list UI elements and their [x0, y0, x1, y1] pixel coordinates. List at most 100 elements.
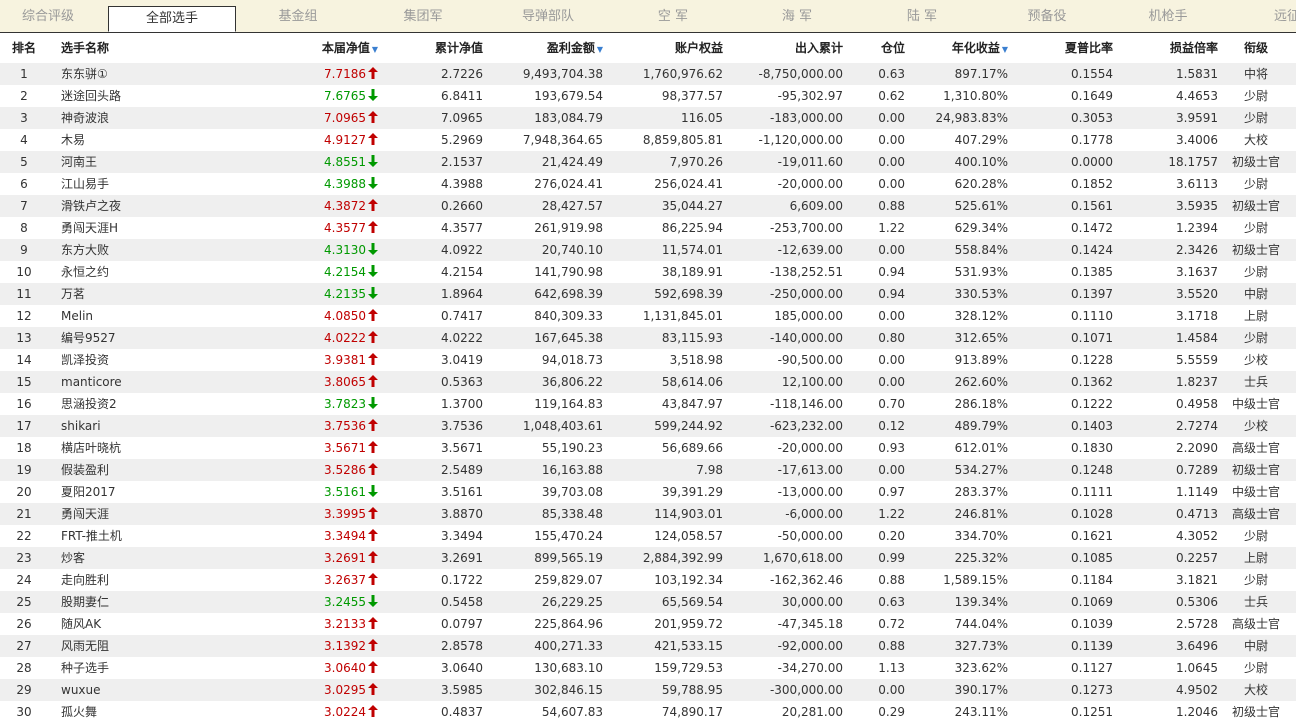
table-row[interactable]: 28 种子选手 3.0640 3.0640 130,683.10 159,729.53 -3… [0, 657, 1296, 679]
table-row[interactable]: 5 河南王 4.8551 2.1537 21,424.49 7,970.26 -19,011… [0, 151, 1296, 173]
table-row[interactable]: 9 东方大败 4.3130 4.0922 20,740.10 11,574.01 -12,6… [0, 239, 1296, 261]
header-label: 账户权益 [674, 41, 723, 55]
col-rank-cell: 24 [16, 573, 32, 587]
tab-1[interactable]: 全部选手 [108, 6, 236, 32]
col-pl-ratio-cell: 2.5728 [1176, 617, 1218, 631]
table-row[interactable]: 17 shikari 3.7536 3.7536 1,048,403.61 599,244… [0, 415, 1296, 437]
col-name-cell[interactable]: 东东骈① [61, 63, 211, 85]
col-name-cell[interactable]: FRT-推土机 [61, 525, 211, 547]
col-flow-cell: 185,000.00 [774, 309, 843, 323]
tab-8[interactable]: 预备役 [1006, 0, 1088, 32]
table-row[interactable]: 16 思涵投资2 3.7823 1.3700 119,164.83 43,847.97 -1… [0, 393, 1296, 415]
col-name-cell[interactable]: Melin [61, 305, 211, 327]
col-cum-nav-cell: 3.2691 [441, 551, 483, 565]
table-row[interactable]: 14 凯泽投资 3.9381 3.0419 94,018.73 3,518.98 -90,5… [0, 349, 1296, 371]
table-header: 排名 选手名称 本届净值 ▼ 累计净值 盈利金额 ▼ 账户权益 出入累计 仓位 年化收益 ▼ 夏普比率损… [0, 33, 1296, 63]
col-sharpe-cell: 0.1385 [1071, 265, 1113, 279]
arrow-up-icon [368, 416, 378, 431]
col-cum-nav-cell: 3.0419 [441, 353, 483, 367]
col-grade-cell: 上尉 [1243, 551, 1268, 565]
table-row[interactable]: 7 滑铁卢之夜 4.3872 0.2660 28,427.57 35,044.27 6,60… [0, 195, 1296, 217]
table-row[interactable]: 12 Melin 4.0850 0.7417 840,309.33 1,131,845.0… [0, 305, 1296, 327]
tab-6[interactable]: 海 军 [760, 0, 834, 32]
col-name-cell[interactable]: manticore [61, 371, 211, 393]
nav-value: 4.3130 [324, 243, 366, 257]
col-name-cell[interactable]: 滑铁卢之夜 [61, 195, 211, 217]
col-profit-cell: 302,846.15 [534, 683, 603, 697]
nav-value: 3.5161 [324, 485, 366, 499]
col-name-cell[interactable]: 万茗 [61, 283, 211, 305]
table-row[interactable]: 22 FRT-推土机 3.3494 3.3494 155,470.24 124,058.5… [0, 525, 1296, 547]
table-row[interactable]: 8 勇闯天涯H 4.3577 4.3577 261,919.98 86,225.94 -25… [0, 217, 1296, 239]
col-name-cell[interactable]: 永恒之约 [61, 261, 211, 283]
header-col-annual[interactable]: 年化收益 ▼ [920, 33, 1008, 65]
table-row[interactable]: 27 风雨无阻 3.1392 2.8578 400,271.33 421,533.15 -9… [0, 635, 1296, 657]
table-row[interactable]: 29 wuxue 3.0295 3.5985 302,846.15 59,788.95 -3… [0, 679, 1296, 701]
col-name-cell[interactable]: 炒客 [61, 547, 211, 569]
tab-10[interactable]: 远征 [1262, 0, 1296, 32]
col-name-cell[interactable]: 假装盈利 [61, 459, 211, 481]
tab-0[interactable]: 综合评级 [22, 0, 74, 32]
sort-down-icon[interactable]: ▼ [597, 45, 603, 54]
table-row[interactable]: 1 东东骈① 7.7186 2.7226 9,493,704.38 1,760,976.6… [0, 63, 1296, 85]
col-name-cell[interactable]: 横店叶晓杭 [61, 437, 211, 459]
col-pl-ratio-cell: 3.1718 [1176, 309, 1218, 323]
col-name-cell[interactable]: 江山易手 [61, 173, 211, 195]
table-row[interactable]: 15 manticore 3.8065 0.5363 36,806.22 58,614.0… [0, 371, 1296, 393]
col-name-cell[interactable]: 随风AK [61, 613, 211, 635]
col-name-cell[interactable]: 凯泽投资 [61, 349, 211, 371]
table-row[interactable]: 25 股期妻仁 3.2455 0.5458 26,229.25 65,569.54 30,0… [0, 591, 1296, 613]
col-name-cell[interactable]: 东方大败 [61, 239, 211, 261]
header-col-profit[interactable]: 盈利金额 ▼ [500, 33, 603, 65]
col-name-cell[interactable]: shikari [61, 415, 211, 437]
header-col-nav[interactable]: 本届净值 ▼ [280, 33, 378, 65]
table-row[interactable]: 2 迷途回头路 7.6765 6.8411 193,679.54 98,377.57 -95… [0, 85, 1296, 107]
table-row[interactable]: 11 万茗 4.2135 1.8964 642,698.39 592,698.39 -250… [0, 283, 1296, 305]
col-cum-nav-cell: 2.1537 [441, 155, 483, 169]
col-pl-ratio-cell: 4.3052 [1176, 529, 1218, 543]
table-row[interactable]: 18 横店叶晓杭 3.5671 3.5671 55,190.23 56,689.66 -20… [0, 437, 1296, 459]
table-row[interactable]: 23 炒客 3.2691 3.2691 899,565.19 2,884,392.99 1,… [0, 547, 1296, 569]
col-name-cell[interactable]: 夏阳2017 [61, 481, 211, 503]
table-row[interactable]: 26 随风AK 3.2133 0.0797 225,864.96 201,959.72 -4… [0, 613, 1296, 635]
col-name-cell[interactable]: 迷途回头路 [61, 85, 211, 107]
col-name-cell[interactable]: 神奇波浪 [61, 107, 211, 129]
col-nav-cell: 7.0965 [280, 107, 378, 129]
table-row[interactable]: 30 孤火舞 3.0224 0.4837 54,607.83 74,890.17 20,28… [0, 701, 1296, 723]
col-name-cell[interactable]: 走向胜利 [61, 569, 211, 591]
col-name-cell[interactable]: 编号9527 [61, 327, 211, 349]
col-name-cell[interactable]: 种子选手 [61, 657, 211, 679]
col-grade-cell: 士兵 [1243, 595, 1268, 609]
table-row[interactable]: 6 江山易手 4.3988 4.3988 276,024.41 256,024.41 -20… [0, 173, 1296, 195]
col-name-cell[interactable]: 勇闯天涯H [61, 217, 211, 239]
sort-down-icon[interactable]: ▼ [372, 45, 378, 54]
col-name-cell[interactable]: 股期妻仁 [61, 591, 211, 613]
col-name-cell[interactable]: 勇闯天涯 [61, 503, 211, 525]
col-annual-cell: 312.65% [954, 331, 1008, 345]
table-row[interactable]: 20 夏阳2017 3.5161 3.5161 39,703.08 39,391.29 -1… [0, 481, 1296, 503]
col-name-cell[interactable]: 孤火舞 [61, 701, 211, 723]
table-row[interactable]: 24 走向胜利 3.2637 0.1722 259,829.07 103,192.34 -1… [0, 569, 1296, 591]
table-row[interactable]: 4 木易 4.9127 5.2969 7,948,364.65 8,859,805.81 -… [0, 129, 1296, 151]
tab-4[interactable]: 导弹部队 [500, 0, 596, 32]
table-row[interactable]: 3 神奇波浪 7.0965 7.0965 183,084.79 116.05 -183,00… [0, 107, 1296, 129]
col-name-cell[interactable]: 木易 [61, 129, 211, 151]
tab-9[interactable]: 机枪手 [1130, 0, 1206, 32]
table-row[interactable]: 10 永恒之约 4.2154 4.2154 141,790.98 38,189.91 -13… [0, 261, 1296, 283]
col-cum-nav-cell: 6.8411 [441, 89, 483, 103]
col-name-cell[interactable]: 思涵投资2 [61, 393, 211, 415]
tab-7[interactable]: 陆 军 [882, 0, 962, 32]
table-row[interactable]: 13 编号9527 4.0222 4.0222 167,645.38 83,115.93 -… [0, 327, 1296, 349]
col-rank-cell: 29 [16, 683, 32, 697]
col-profit-cell: 9,493,704.38 [522, 67, 603, 81]
tab-3[interactable]: 集团军 [378, 0, 468, 32]
col-name-cell[interactable]: 风雨无阻 [61, 635, 211, 657]
tab-2[interactable]: 基金组 [248, 0, 348, 32]
table-row[interactable]: 19 假装盈利 3.5286 2.5489 16,163.88 7.98 -17,613.0… [0, 459, 1296, 481]
table-row[interactable]: 21 勇闯天涯 3.3995 3.8870 85,338.48 114,903.01 -6,… [0, 503, 1296, 525]
col-name-cell[interactable]: wuxue [61, 679, 211, 701]
sort-down-icon[interactable]: ▼ [1002, 45, 1008, 54]
tab-5[interactable]: 空 军 [630, 0, 716, 32]
col-name-cell[interactable]: 河南王 [61, 151, 211, 173]
nav-value: 3.2455 [324, 595, 366, 609]
